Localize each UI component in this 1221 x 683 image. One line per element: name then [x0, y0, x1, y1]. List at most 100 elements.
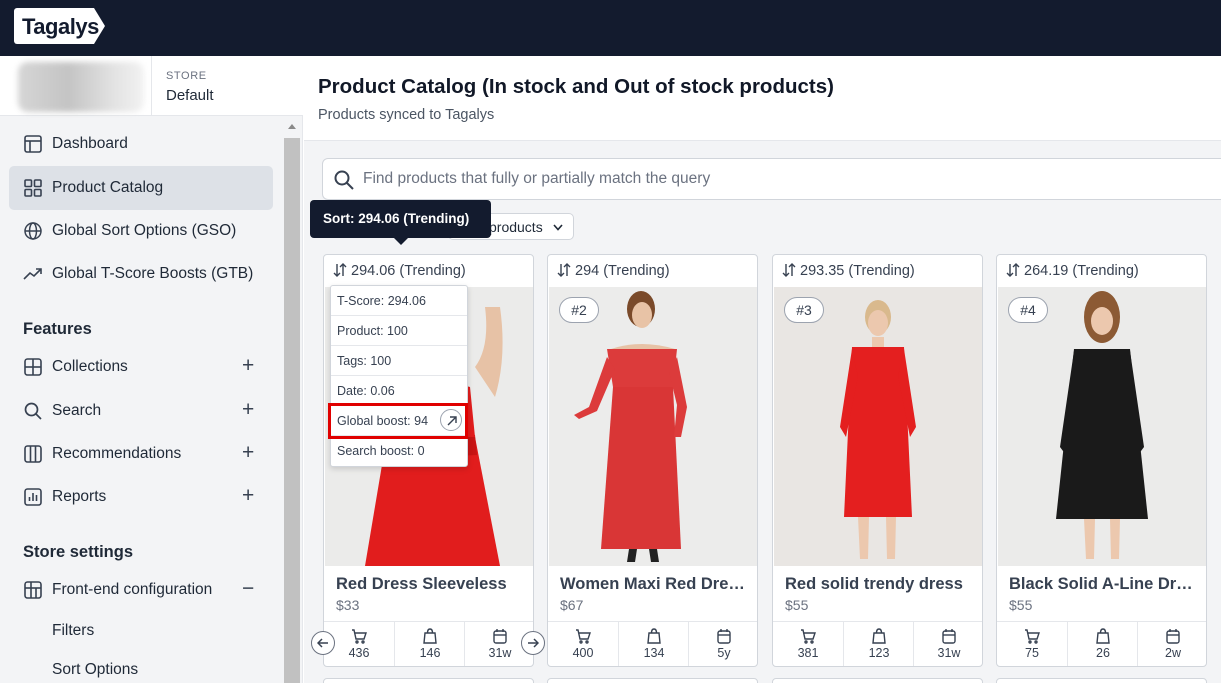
card-sort-score[interactable]: 293.35 (Trending) [773, 255, 982, 287]
orders-stat: 75 [997, 622, 1067, 666]
sort-icon [557, 263, 571, 277]
sort-icon [333, 263, 347, 277]
product-name[interactable]: Women Maxi Red Dres... [560, 575, 750, 594]
product-photo [998, 287, 1206, 566]
collapse-icon[interactable]: − [242, 577, 254, 601]
product-name[interactable]: Red solid trendy dress [785, 575, 975, 594]
views-stat: 134 [618, 622, 688, 666]
store-switcher[interactable]: STORE Default [0, 56, 303, 116]
arrow-left-icon [317, 638, 328, 648]
date-score-value: Date: 0.06 [337, 384, 395, 398]
sidebar-item-gtb[interactable]: Global T-Score Boosts (GTB) [9, 252, 273, 296]
sort-score: 293.35 (Trending) [800, 263, 915, 279]
card-sort-score[interactable]: 294 (Trending) [548, 255, 757, 287]
card-sort-score[interactable]: 294.06 (Trending) [324, 255, 533, 287]
collections-icon [24, 358, 42, 376]
age-stat: 5y [688, 622, 757, 666]
sort-score: 294.06 (Trending) [351, 263, 466, 279]
product-stats: 436 146 31w [324, 621, 533, 666]
product-card[interactable] [772, 678, 983, 683]
product-image[interactable]: #4 [998, 287, 1206, 566]
card-sort-score[interactable]: 264.19 (Trending) [997, 255, 1206, 287]
rank-badge: #4 [1008, 297, 1048, 323]
cart-icon [352, 629, 367, 644]
product-stats: 381 123 31w [773, 621, 982, 666]
views-count: 123 [868, 646, 890, 660]
store-logo [18, 62, 144, 112]
page-subtitle: Products synced to Tagalys [318, 107, 495, 123]
orders-stat: 381 [773, 622, 843, 666]
views-count: 26 [1096, 646, 1110, 660]
product-card[interactable]: 293.35 (Trending) #3 Red solid trendy dr… [772, 254, 983, 667]
sidebar-scrollbar[interactable] [284, 118, 300, 683]
sort-icon [1006, 263, 1020, 277]
product-photo [549, 287, 757, 566]
views-stat: 146 [394, 622, 464, 666]
product-score-row: Product: 100 [331, 316, 467, 346]
product-card[interactable]: 294 (Trending) #2 Women Maxi Red Dres...… [547, 254, 758, 667]
sidebar-subitem-filters[interactable]: Filters [52, 622, 94, 640]
top-bar: Tagalys [0, 0, 1221, 56]
sort-score: 294 (Trending) [575, 263, 670, 279]
product-photo [774, 287, 982, 566]
product-price: $67 [560, 597, 584, 613]
sidebar-item-frontend-configuration[interactable]: Front-end configuration − [9, 568, 273, 612]
views-count: 146 [419, 646, 441, 660]
search-input[interactable] [363, 159, 1183, 199]
global-boost-highlight [328, 403, 468, 439]
expand-icon[interactable]: + [242, 484, 254, 508]
calendar-icon [493, 629, 507, 644]
product-price: $55 [1009, 597, 1033, 613]
move-right-button[interactable] [521, 631, 545, 655]
tags-score-value: Tags: 100 [337, 354, 392, 368]
sidebar-item-recommendations[interactable]: Recommendations + [9, 432, 273, 476]
sidebar-item-reports[interactable]: Reports + [9, 475, 273, 519]
expand-icon[interactable]: + [242, 398, 254, 422]
product-price: $55 [785, 597, 809, 613]
sidebar-item-product-catalog[interactable]: Product Catalog [9, 166, 273, 210]
views-count: 134 [643, 646, 665, 660]
product-card[interactable] [996, 678, 1207, 683]
move-left-button[interactable] [311, 631, 335, 655]
expand-icon[interactable]: + [242, 441, 254, 465]
trending-up-icon [23, 268, 42, 280]
scrollbar-thumb[interactable] [284, 138, 300, 683]
product-name[interactable]: Red Dress Sleeveless [336, 575, 526, 594]
product-card[interactable]: 264.19 (Trending) #4 Black Solid A-Line … [996, 254, 1207, 667]
bag-icon [423, 628, 437, 644]
product-image[interactable]: #3 [774, 287, 982, 566]
scroll-up-icon[interactable] [288, 124, 296, 129]
product-search[interactable] [322, 158, 1221, 200]
date-score-row: Date: 0.06 [331, 376, 467, 406]
sidebar-item-dashboard[interactable]: Dashboard [9, 122, 273, 166]
sidebar-item-label: Recommendations [52, 445, 182, 462]
sidebar-item-label: Product Catalog [52, 179, 164, 196]
sidebar-item-search[interactable]: Search + [9, 389, 273, 433]
reports-icon [24, 488, 42, 506]
expand-icon[interactable]: + [242, 354, 254, 378]
product-card[interactable] [323, 678, 534, 683]
sidebar-item-gso[interactable]: Global Sort Options (GSO) [9, 209, 273, 253]
orders-count: 75 [1025, 646, 1039, 660]
search-icon [334, 170, 354, 190]
sidebar-item-collections[interactable]: Collections + [9, 345, 273, 389]
calendar-icon [942, 629, 956, 644]
age-stat: 2w [1137, 622, 1206, 666]
bag-icon [872, 628, 886, 644]
age-value: 2w [1165, 646, 1181, 660]
sidebar-item-label: Search [52, 402, 102, 419]
product-score-value: Product: 100 [337, 324, 408, 338]
orders-count: 436 [348, 646, 370, 660]
product-card[interactable] [547, 678, 758, 683]
tagalys-logo[interactable]: Tagalys [14, 8, 105, 44]
product-image[interactable]: #2 [549, 287, 757, 566]
filter-label: products [489, 219, 543, 235]
search-boost-row: Search boost: 0 [331, 436, 467, 466]
tooltip-arrow [394, 238, 408, 245]
sort-tooltip: Sort: 294.06 (Trending) [310, 200, 491, 245]
product-name[interactable]: Black Solid A-Line Dress [1009, 575, 1199, 594]
orders-stat: 400 [548, 622, 618, 666]
sidebar-subitem-sort-options[interactable]: Sort Options [52, 661, 138, 679]
orders-count: 400 [572, 646, 594, 660]
product-stats: 400 134 5y [548, 621, 757, 666]
